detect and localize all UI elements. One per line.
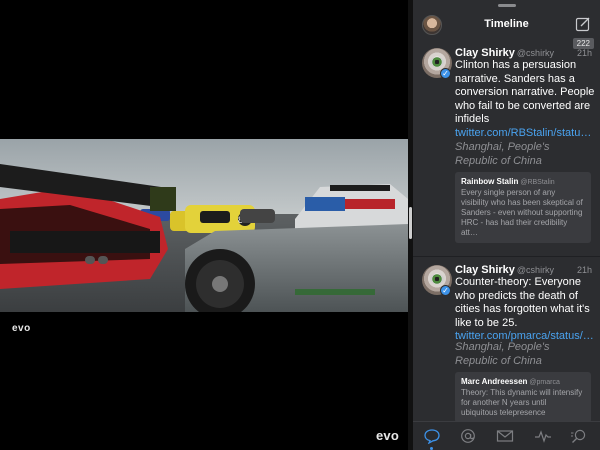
race-cars-video-image: 8 (0, 139, 408, 312)
tweet-author[interactable]: Clay Shirky @cshirky (455, 264, 554, 276)
envelope-icon (496, 430, 514, 442)
timeline-pane: Timeline 222 ✓ Clay Shirky @cshirky 21h C… (413, 0, 600, 450)
quoted-text: Theory: This dynamic will intensify for … (461, 388, 583, 417)
tweet-text: Counter-theory: Everyone who predicts th… (455, 276, 594, 342)
tweet-time: 21h (576, 48, 592, 58)
quoted-author: Marc Andreessen @pmarca (461, 377, 560, 386)
tweet-location[interactable]: Shanghai, People's Republic of China (455, 341, 595, 368)
avatar[interactable]: ✓ (422, 265, 452, 296)
at-sign-icon (461, 429, 475, 443)
compose-icon[interactable] (575, 16, 591, 32)
tweet-link[interactable]: twitter.com/RBStalin/statu… (455, 127, 591, 139)
app-grabber[interactable] (498, 4, 516, 7)
timeline-header: Timeline (413, 8, 600, 40)
timeline-tab[interactable] (423, 428, 441, 450)
video-frame[interactable]: 8 (0, 139, 408, 312)
tweet-time: 21h (576, 265, 592, 275)
evo-watermark-large: evo (376, 428, 400, 443)
tweet-author[interactable]: Clay Shirky @cshirky (455, 47, 554, 59)
video-player[interactable]: 8 evo evo (0, 0, 408, 450)
tweet-text: Clinton has a persuasion narrative. Sand… (455, 59, 595, 139)
tweet-location[interactable]: Shanghai, People's Republic of China (455, 141, 595, 168)
tweet-handle: @cshirky (516, 265, 555, 275)
split-view-handle[interactable] (409, 207, 412, 239)
activity-tab[interactable] (534, 428, 552, 444)
activity-pulse-icon (535, 430, 551, 443)
evo-watermark-small: evo (12, 323, 31, 334)
search-icon (571, 429, 586, 444)
tweet-divider (413, 256, 600, 257)
quoted-tweet[interactable]: Rainbow Stalin @RBStalin Every single per… (455, 172, 591, 243)
avatar[interactable]: ✓ (422, 48, 452, 79)
quoted-text: Every single person of any visibility wh… (461, 188, 583, 237)
verified-icon: ✓ (440, 68, 451, 79)
tweet-handle: @cshirky (516, 48, 555, 58)
search-tab[interactable] (570, 428, 588, 444)
quoted-tweet[interactable]: Marc Andreessen @pmarca Theory: This dyna… (455, 372, 591, 423)
mentions-tab[interactable] (459, 428, 477, 444)
messages-tab[interactable] (496, 428, 514, 444)
verified-icon: ✓ (440, 285, 451, 296)
page-title: Timeline (484, 18, 529, 30)
quoted-author: Rainbow Stalin @RBStalin (461, 177, 555, 186)
speech-bubble-icon (424, 429, 440, 444)
tab-bar (413, 421, 600, 450)
